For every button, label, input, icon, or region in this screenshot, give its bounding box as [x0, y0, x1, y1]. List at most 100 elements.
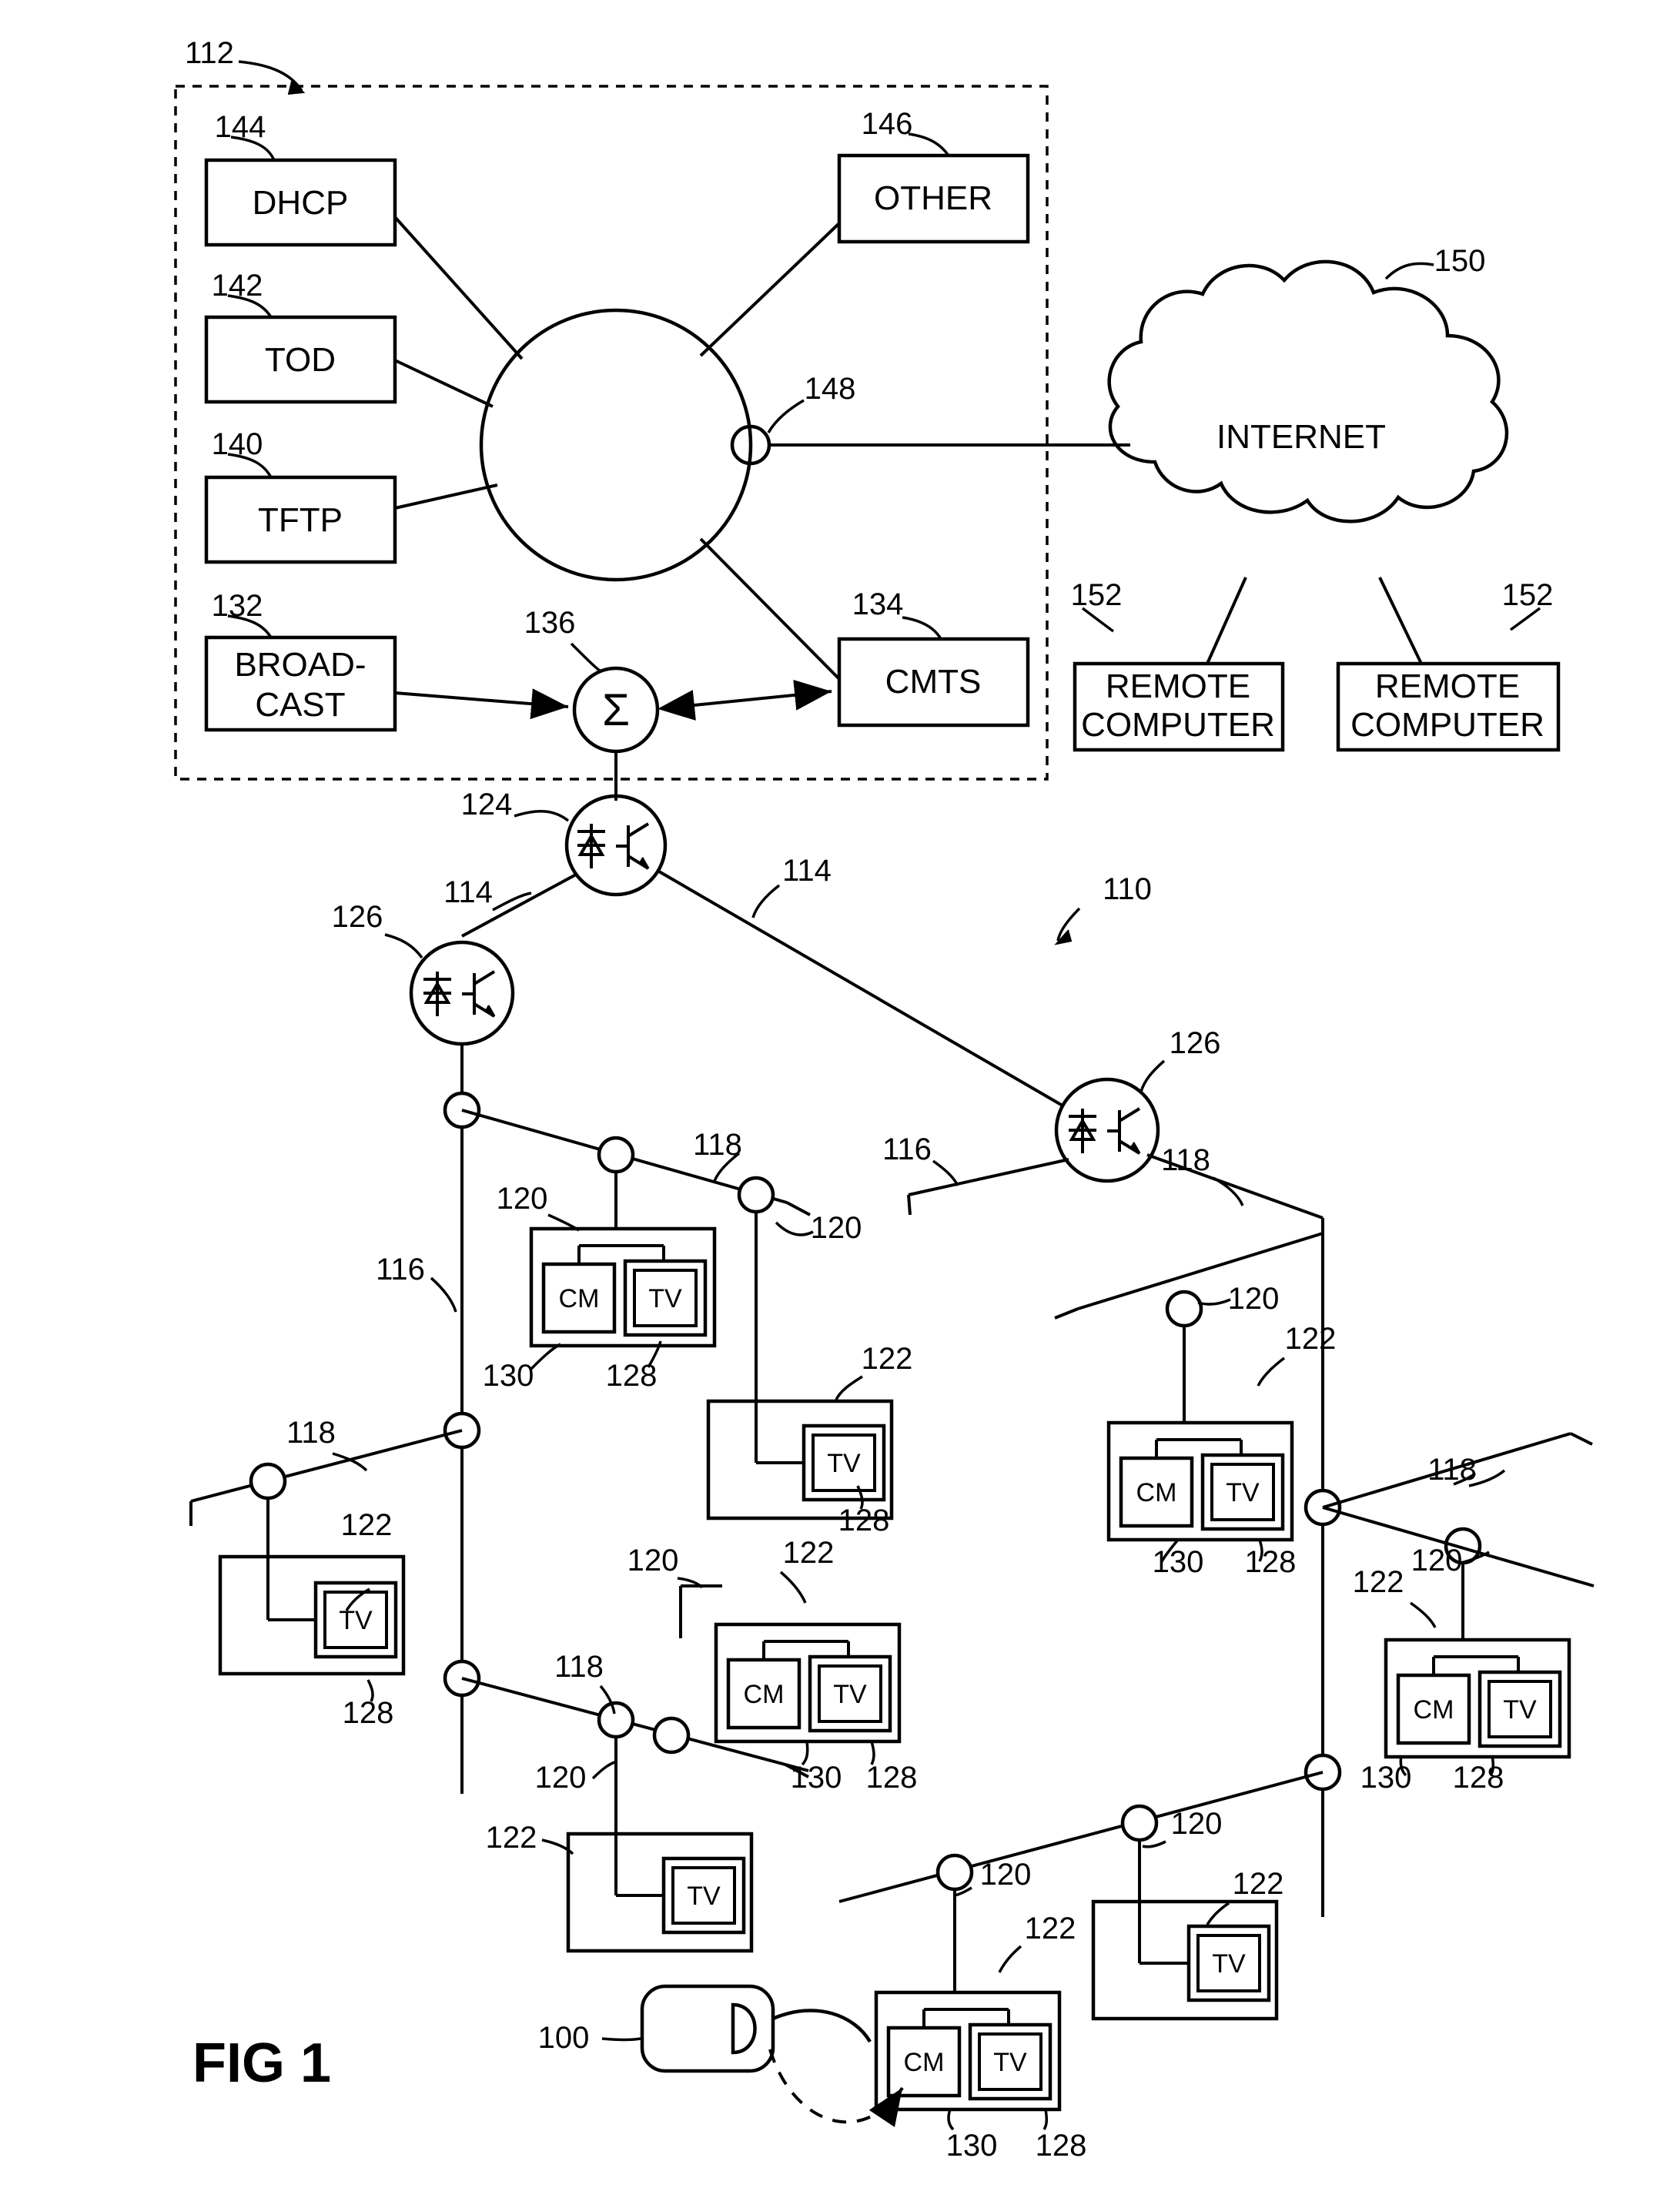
ref-120-h: 120 [1171, 1807, 1223, 1841]
tftp-label: TFTP [258, 501, 343, 539]
device-100-dshape [731, 2002, 757, 2055]
leader-122-i [998, 1945, 1022, 1973]
leader-120-b [775, 1221, 814, 1236]
leader-146 [908, 132, 950, 157]
ref-128-f: 128 [1245, 1545, 1297, 1579]
tv-label-e: TV [687, 1882, 721, 1911]
ref-130-i: 130 [946, 2129, 998, 2163]
leader-126-right [1140, 1059, 1166, 1092]
ref-122-g: 122 [1353, 1565, 1404, 1599]
tap-stub-a [786, 1201, 811, 1216]
ref-130-a: 130 [483, 1359, 534, 1393]
tv-label-f: TV [1226, 1478, 1260, 1507]
tv-label-h: TV [1212, 1949, 1246, 1979]
leader-134 [902, 616, 942, 640]
tap-node-b3 [935, 1853, 974, 1892]
tap-node-a2 [737, 1176, 775, 1214]
cmts-label: CMTS [885, 663, 982, 701]
ref-148: 148 [805, 372, 856, 406]
leader-148 [767, 399, 805, 433]
ref-128-g: 128 [1453, 1761, 1504, 1795]
ref-144: 144 [215, 110, 266, 144]
ref-100: 100 [538, 2021, 590, 2055]
leader-128-i [1042, 2109, 1049, 2130]
leader-120-h [1142, 1840, 1166, 1848]
link-combiner-cmts [658, 679, 832, 721]
cm-label-d: CM [744, 1680, 785, 1709]
ref-120-g: 120 [1411, 1544, 1463, 1577]
internet-cloud [1107, 259, 1509, 524]
dhcp-label: DHCP [253, 184, 349, 222]
ref-116-left: 116 [376, 1253, 425, 1286]
ref-114-left: 114 [443, 875, 493, 909]
leader-116-right [932, 1159, 959, 1186]
leader-100 [601, 2037, 641, 2042]
opt124-diode [577, 824, 605, 868]
tap-node-r1 [1165, 1290, 1203, 1328]
ref-118-a: 118 [693, 1128, 742, 1162]
leader-120-c [591, 1760, 618, 1780]
tap-line-118-d [1077, 1232, 1324, 1310]
tv-label-g: TV [1503, 1695, 1537, 1725]
leader-130-a [530, 1343, 561, 1370]
link-cloud-remote1 [1206, 577, 1247, 664]
node126r-diode [1069, 1109, 1096, 1153]
cm-label-g: CM [1414, 1695, 1454, 1725]
ref-140: 140 [212, 427, 263, 461]
ref-116-right: 116 [882, 1132, 932, 1166]
ref-126-left: 126 [332, 900, 383, 934]
leader-130-i [947, 2109, 955, 2131]
node126l-diode [423, 972, 451, 1016]
ref-120-d: 120 [627, 1544, 679, 1577]
ref-122-e: 122 [486, 1821, 537, 1855]
ref-128-d: 128 [866, 1761, 918, 1795]
ref-128-i: 128 [1036, 2129, 1087, 2163]
ref-134: 134 [852, 587, 904, 621]
tap-stub-e [1570, 1432, 1593, 1446]
link-broadcast-combiner [394, 688, 569, 720]
leader-122-d [779, 1571, 807, 1604]
tap-node-a1 [597, 1136, 635, 1174]
ref-120-i: 120 [980, 1858, 1032, 1892]
tv-label-c: TV [339, 1606, 373, 1635]
ref-120-c: 120 [535, 1761, 587, 1795]
link-tftp-hub [394, 483, 498, 510]
leader-126-left [384, 933, 423, 959]
ref-118-d: 118 [1161, 1143, 1210, 1177]
fiber-114-right [658, 870, 1064, 1107]
ref-142: 142 [212, 269, 263, 303]
cm-label-a: CM [559, 1284, 600, 1313]
remote-computer-2-line1: REMOTE [1375, 667, 1520, 705]
tap-stub-f [838, 1894, 863, 1903]
ref-122-d: 122 [783, 1536, 835, 1570]
cm-label-i: CM [904, 2048, 945, 2077]
tap-stub-d [1054, 1307, 1079, 1320]
leader-124 [514, 810, 570, 822]
device-100-dashed-link [768, 2049, 904, 2128]
ref-152-b: 152 [1502, 578, 1554, 612]
ref-122-i: 122 [1025, 1912, 1076, 1945]
ref-118-c: 118 [554, 1650, 604, 1684]
ref-130-f: 130 [1153, 1545, 1204, 1579]
ref-110: 110 [1103, 872, 1152, 906]
ref-146: 146 [862, 107, 913, 141]
ref-114-right: 114 [782, 854, 832, 888]
leader-122-f [1257, 1357, 1286, 1387]
coax-trunk-right-up [908, 1158, 1069, 1196]
ref-120-a: 120 [497, 1182, 548, 1216]
tv-label-b: TV [827, 1449, 861, 1478]
remote-computer-1-line1: REMOTE [1106, 667, 1250, 705]
ref-130-d: 130 [791, 1761, 842, 1795]
coax-trunk-right-stub [907, 1194, 912, 1216]
tod-label: TOD [265, 341, 336, 379]
ref-150: 150 [1434, 244, 1486, 278]
combiner-symbol: Σ [602, 685, 630, 735]
leader-122-b [835, 1375, 863, 1400]
ref-132: 132 [212, 589, 263, 623]
ref-128-c: 128 [343, 1696, 394, 1730]
ref-152-a: 152 [1071, 578, 1123, 612]
ref-leader-150 [1384, 262, 1434, 280]
leader-116-left-top [430, 1276, 457, 1313]
leader-120-f [1197, 1298, 1231, 1306]
ref-124: 124 [461, 788, 513, 821]
